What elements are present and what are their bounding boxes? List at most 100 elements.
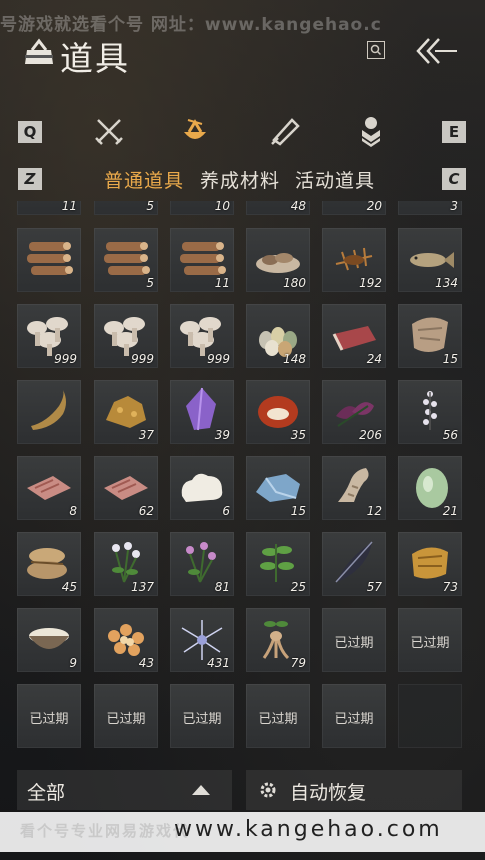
item-slot[interactable]: 999 <box>170 304 234 368</box>
item-count: 999 <box>207 352 230 366</box>
item-slot[interactable]: 9 <box>17 608 81 672</box>
item-slot[interactable]: 73 <box>398 532 462 596</box>
item-slot[interactable]: 25 <box>246 532 310 596</box>
item-count: 15 <box>290 504 306 518</box>
next-subtab-key[interactable]: C <box>442 168 466 190</box>
item-count: 8 <box>69 504 77 518</box>
item-slot[interactable]: 57 <box>322 532 386 596</box>
expired-item-slot[interactable]: 已过期 <box>94 684 158 748</box>
ore-icon <box>106 396 146 428</box>
item-count: 999 <box>131 352 154 366</box>
item-slot[interactable]: 35 <box>246 380 310 444</box>
mushrooms-icon <box>180 317 221 356</box>
raw-meat-icon <box>27 476 71 500</box>
subtab-materials[interactable]: 养成材料 <box>200 166 280 193</box>
item-slot[interactable] <box>17 380 81 444</box>
item-slot[interactable]: 21 <box>398 456 462 520</box>
prev-tab-key[interactable]: Q <box>18 121 42 143</box>
item-count: 431 <box>207 656 230 670</box>
expired-item-slot[interactable]: 已过期 <box>322 608 386 672</box>
feather-icon <box>335 541 373 583</box>
back-button[interactable] <box>415 36 459 66</box>
search-button[interactable] <box>367 41 385 59</box>
sacks-icon <box>27 548 67 579</box>
hide-icon <box>412 317 448 352</box>
item-slot-partial[interactable]: 11 <box>17 201 81 215</box>
subtab-event-items[interactable]: 活动道具 <box>295 166 375 193</box>
item-count: 11 <box>61 201 77 213</box>
item-count: 56 <box>442 428 458 442</box>
item-slot[interactable]: 192 <box>322 228 386 292</box>
item-slot[interactable]: 79 <box>246 608 310 672</box>
next-tab-key[interactable]: E <box>442 121 466 143</box>
nuggets-icon <box>108 624 144 656</box>
item-slot[interactable]: 15 <box>246 456 310 520</box>
item-slot[interactable]: 148 <box>246 304 310 368</box>
item-slot[interactable] <box>17 228 81 292</box>
item-slot[interactable]: 56 <box>398 380 462 444</box>
green-herb-icon <box>260 544 294 582</box>
auto-restore-button[interactable]: 自动恢复 <box>246 770 462 810</box>
item-slot[interactable]: 43 <box>94 608 158 672</box>
item-slot[interactable]: 431 <box>170 608 234 672</box>
expired-item-slot[interactable]: 已过期 <box>17 684 81 748</box>
auto-restore-label: 自动恢复 <box>290 782 367 804</box>
item-count: 62 <box>138 504 154 518</box>
item-grid: 11 5 10 48 20 3 5 11 180 192 134 999 999 999 148 24 15 37… <box>17 201 469 761</box>
tab-equipment[interactable] <box>92 114 126 148</box>
item-slot[interactable]: 81 <box>170 532 234 596</box>
item-count: 3 <box>450 201 458 213</box>
insect-icon <box>335 247 373 271</box>
expired-item-slot[interactable]: 已过期 <box>322 684 386 748</box>
item-slot[interactable]: 37 <box>94 380 158 444</box>
item-count: 20 <box>366 201 382 213</box>
expired-item-slot[interactable]: 已过期 <box>170 684 234 748</box>
expired-item-slot[interactable] <box>398 684 462 748</box>
expired-label: 已过期 <box>410 636 450 651</box>
item-slot-partial[interactable]: 5 <box>94 201 158 215</box>
search-icon <box>370 44 382 56</box>
tab-badges[interactable] <box>354 114 388 148</box>
filter-dropdown[interactable]: 全部 <box>17 770 232 810</box>
expired-item-slot[interactable]: 已过期 <box>398 608 462 672</box>
expired-item-slot[interactable]: 已过期 <box>246 684 310 748</box>
item-slot[interactable]: 11 <box>170 228 234 292</box>
item-slot[interactable]: 6 <box>170 456 234 520</box>
item-slot[interactable]: 137 <box>94 532 158 596</box>
prev-subtab-key[interactable]: Z <box>18 168 42 190</box>
item-slot[interactable]: 62 <box>94 456 158 520</box>
item-slot[interactable]: 15 <box>398 304 462 368</box>
item-slot[interactable]: 134 <box>398 228 462 292</box>
item-slot[interactable]: 180 <box>246 228 310 292</box>
item-slot[interactable]: 39 <box>170 380 234 444</box>
item-slot-partial[interactable]: 3 <box>398 201 462 215</box>
expired-label: 已过期 <box>29 712 69 727</box>
subtab-bar: Z 普通道具 养成材料 活动道具 C <box>0 164 485 194</box>
item-count: 35 <box>290 428 306 442</box>
item-slot[interactable]: 206 <box>322 380 386 444</box>
item-count: 73 <box>442 580 458 594</box>
item-slot-partial[interactable]: 20 <box>322 201 386 215</box>
caret-up-icon <box>192 785 210 795</box>
crystal-icon <box>186 387 216 431</box>
tab-scrolls[interactable] <box>268 114 302 148</box>
subtab-common-items[interactable]: 普通道具 <box>104 166 184 193</box>
tab-items[interactable] <box>178 114 212 148</box>
item-slot[interactable]: 999 <box>17 304 81 368</box>
mushroom-plate-icon <box>256 253 300 273</box>
item-slot[interactable]: 8 <box>17 456 81 520</box>
item-slot[interactable]: 12 <box>322 456 386 520</box>
red-stone-icon <box>258 396 298 428</box>
spider-lily-icon <box>181 620 223 660</box>
item-slot[interactable]: 24 <box>322 304 386 368</box>
item-slot-partial[interactable]: 10 <box>170 201 234 215</box>
item-count: 25 <box>290 580 306 594</box>
item-slot[interactable]: 45 <box>17 532 81 596</box>
item-slot[interactable]: 5 <box>94 228 158 292</box>
crossed-swords-icon <box>95 119 123 145</box>
item-slot-partial[interactable]: 48 <box>246 201 310 215</box>
item-count: 21 <box>442 504 458 518</box>
item-count: 134 <box>435 276 458 290</box>
white-flower-icon <box>423 391 437 430</box>
item-slot[interactable]: 999 <box>94 304 158 368</box>
